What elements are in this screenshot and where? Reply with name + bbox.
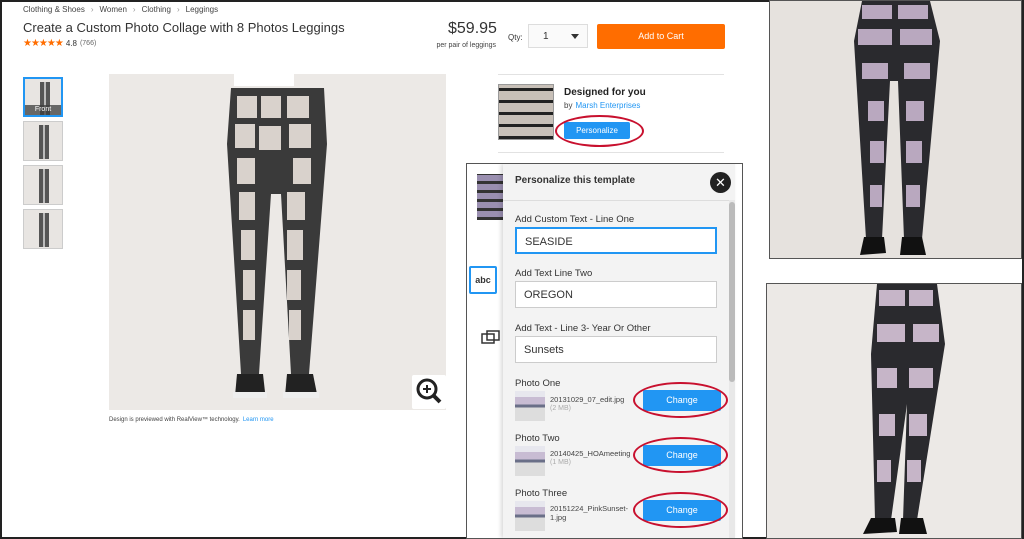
text-tool-button[interactable]: abc	[469, 266, 497, 294]
leggings-thumbnail-image	[39, 125, 49, 159]
qty-label: Qty:	[508, 33, 523, 42]
designed-by-prefix: by	[564, 101, 573, 110]
divider	[503, 200, 735, 201]
photo-two-label: Photo Two	[515, 433, 560, 444]
review-count: (766)	[79, 40, 97, 47]
personalize-panel: abc Personalize this template ✕ Add Cust…	[466, 163, 743, 539]
panel-title: Personalize this template	[515, 175, 636, 186]
breadcrumb-clothing-shoes[interactable]: Clothing & Shoes	[23, 5, 85, 14]
personalize-form: Personalize this template ✕ Add Custom T…	[503, 164, 735, 538]
qty-select[interactable]: 1	[528, 24, 588, 48]
product-title: Create a Custom Photo Collage with 8 Pho…	[23, 20, 345, 35]
thumbnail-list: Front	[23, 77, 63, 249]
price-unit: per pair of leggings	[436, 42, 496, 49]
zoom-in-icon	[416, 378, 442, 404]
text-line-one-input[interactable]: SEASIDE	[515, 227, 717, 254]
divider	[498, 152, 724, 153]
chevron-right-icon: ›	[90, 5, 94, 14]
photo-two-size: (1 MB)	[550, 459, 571, 466]
panel-sidebar: abc	[467, 164, 505, 538]
add-to-cart-button[interactable]: Add to Cart	[597, 24, 725, 49]
photo-one-size: (2 MB)	[550, 405, 571, 412]
divider	[498, 74, 724, 75]
panel-scrollbar[interactable]	[729, 200, 735, 538]
leggings-model-image	[227, 74, 327, 398]
thumbnail-side[interactable]	[23, 165, 63, 205]
caret-down-icon	[571, 34, 579, 39]
thumbnail-front[interactable]: Front	[23, 77, 63, 117]
photo-one-filename: 20131029_07_edit.jpg	[550, 395, 625, 404]
field-label-line-three: Add Text - Line 3- Year Or Other	[515, 323, 651, 334]
design-template-thumbnail[interactable]	[498, 84, 554, 140]
learn-more-link[interactable]: Learn more	[243, 417, 274, 423]
leggings-front-photo	[769, 0, 1022, 259]
realview-text: Design is previewed with RealView™ techn…	[109, 417, 240, 423]
realview-note: Design is previewed with RealView™ techn…	[109, 417, 274, 423]
zoom-button[interactable]	[412, 375, 446, 409]
thumbnail-label: Front	[25, 105, 61, 115]
breadcrumb-clothing[interactable]: Clothing	[142, 5, 171, 14]
product-rating[interactable]: ★★★★★ 4.8 (766)	[23, 38, 96, 49]
qty-value: 1	[543, 31, 549, 42]
photo-one-thumbnail	[515, 391, 545, 421]
photo-three-filename: 20151224_PinkSunset-1.jpg	[550, 504, 628, 522]
breadcrumb-leggings[interactable]: Leggings	[186, 5, 218, 14]
highlight-ring-change-two	[633, 437, 728, 473]
breadcrumb: Clothing & Shoes › Women › Clothing › Le…	[23, 5, 218, 14]
thumbnail-side-2[interactable]	[23, 209, 63, 249]
leggings-side-photo	[766, 283, 1022, 539]
rating-value: 4.8	[65, 39, 77, 48]
photo-two-thumbnail	[515, 446, 545, 476]
breadcrumb-women[interactable]: Women	[100, 5, 127, 14]
leggings-front-image	[854, 1, 940, 255]
main-product-image[interactable]	[109, 74, 446, 410]
text-line-three-input[interactable]: Sunsets	[515, 336, 717, 363]
chevron-right-icon: ›	[176, 5, 180, 14]
photo-one-label: Photo One	[515, 378, 561, 389]
photo-three-thumbnail	[515, 501, 545, 531]
field-label-line-one: Add Custom Text - Line One	[515, 214, 635, 225]
leggings-side-image	[863, 284, 945, 534]
leggings-thumbnail-image	[39, 213, 49, 247]
designed-by: by Marsh Enterprises	[564, 101, 640, 110]
leggings-thumbnail-image	[39, 169, 49, 203]
photo-two-filename: 20140425_HOAmeeting	[550, 449, 631, 458]
designer-link[interactable]: Marsh Enterprises	[575, 101, 640, 110]
field-label-line-two: Add Text Line Two	[515, 268, 593, 279]
photo-three-label: Photo Three	[515, 488, 568, 499]
layout-frame-icon[interactable]	[481, 330, 501, 344]
highlight-ring-change-one	[633, 382, 728, 418]
price: $59.95	[448, 20, 497, 37]
design-preview-thumbnail[interactable]	[477, 174, 503, 220]
thumbnail-back[interactable]	[23, 121, 63, 161]
text-line-two-input[interactable]: OREGON	[515, 281, 717, 308]
highlight-ring-personalize	[555, 115, 644, 147]
close-icon[interactable]: ✕	[710, 172, 731, 193]
star-rating-icon: ★★★★★	[23, 38, 64, 49]
scrollbar-thumb[interactable]	[729, 202, 735, 382]
chevron-right-icon: ›	[132, 5, 136, 14]
highlight-ring-change-three	[633, 492, 728, 528]
designed-title: Designed for you	[564, 87, 646, 98]
